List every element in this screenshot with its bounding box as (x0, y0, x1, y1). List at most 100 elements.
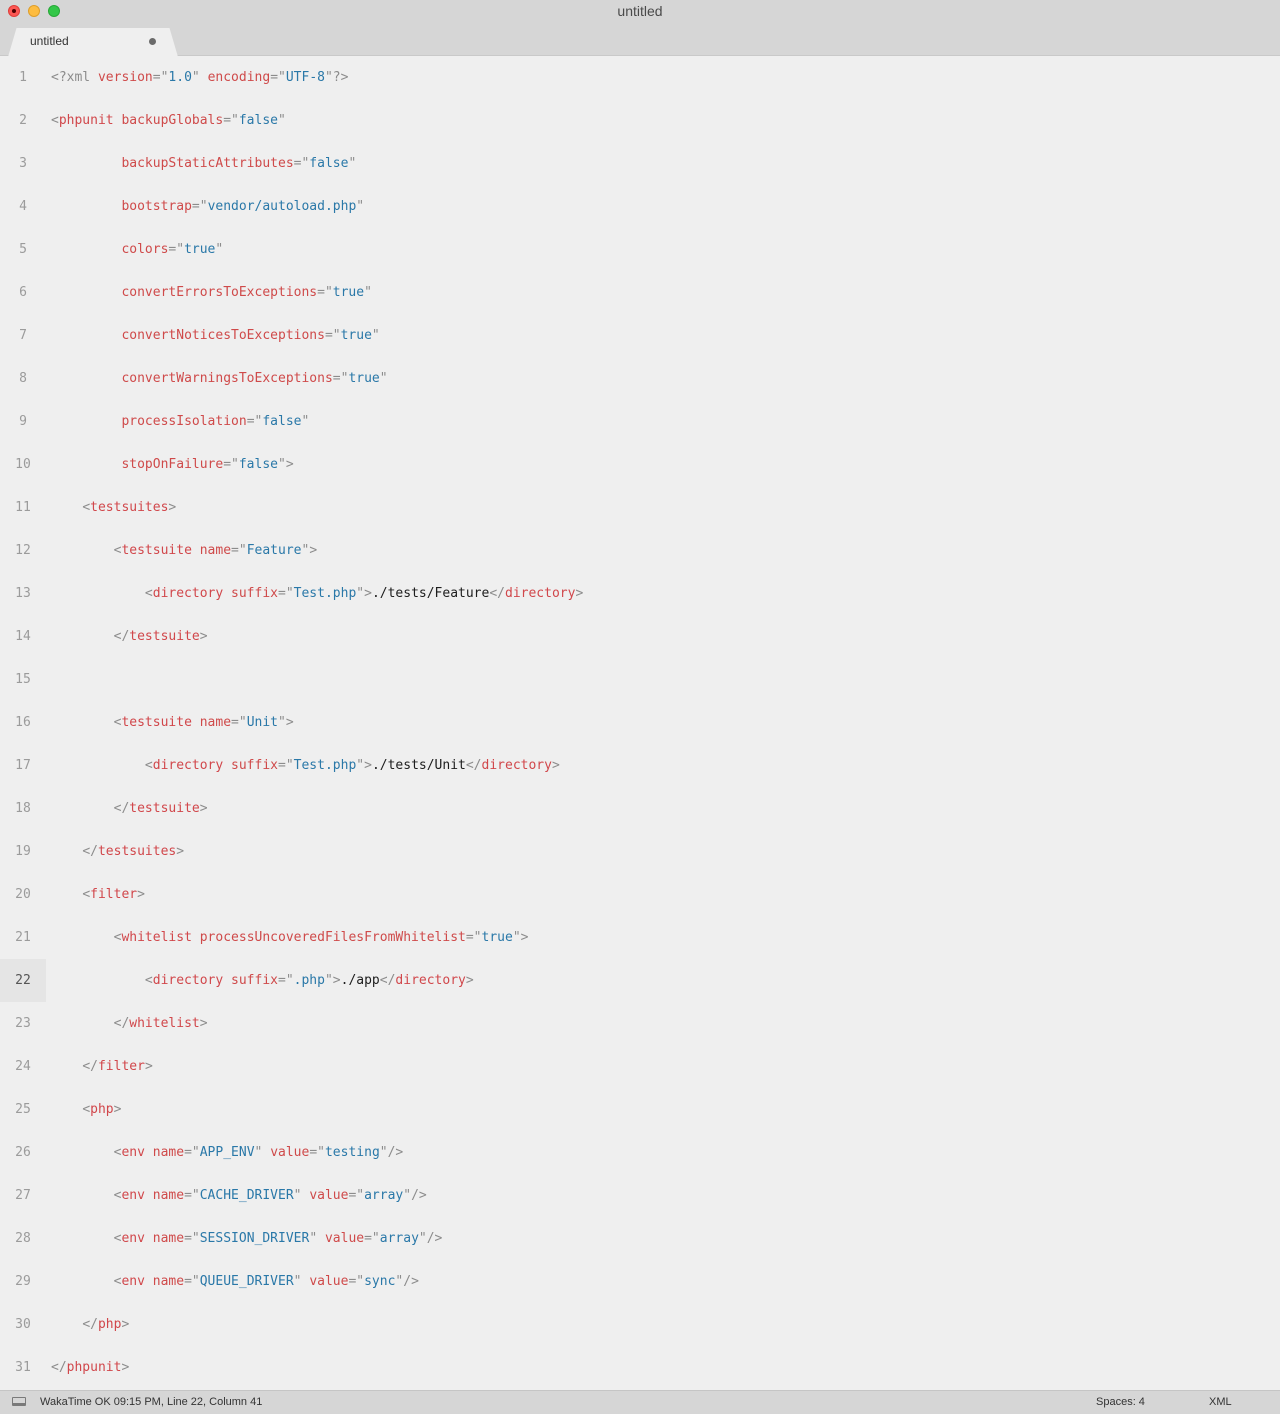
code-token: name (199, 715, 232, 730)
code-line[interactable]: 11 <testsuites> (0, 486, 1280, 529)
line-number: 3 (19, 156, 27, 171)
line-number: 21 (15, 930, 31, 945)
code-token: =" (152, 70, 169, 85)
code-line[interactable]: 22 <directory suffix=".php">./app</direc… (0, 959, 1280, 1002)
line-number: 7 (19, 328, 27, 343)
code-token: false (262, 414, 302, 429)
line-number: 19 (15, 844, 31, 859)
line-number: 25 (15, 1102, 31, 1117)
code-line[interactable]: 30 </php> (0, 1303, 1280, 1346)
code-line[interactable]: 9 processIsolation="false" (0, 400, 1280, 443)
code-token: " (379, 371, 388, 386)
code-line[interactable]: 20 <filter> (0, 873, 1280, 916)
line-text: <testsuites> (51, 486, 176, 529)
status-info: WakaTime OK 09:15 PM, Line 22, Column 41 (40, 1396, 263, 1408)
code-line[interactable]: 15 (0, 658, 1280, 701)
code-token: </ (82, 1317, 98, 1332)
line-text: </testsuites> (51, 830, 184, 873)
editor-window: untitled untitled 1 <?xml version="1.0" e… (0, 0, 1280, 1414)
syntax-selector[interactable]: XML (1209, 1396, 1232, 1408)
code-token: env (121, 1188, 145, 1203)
code-line[interactable]: 2 <phpunit backupGlobals="false" (0, 99, 1280, 142)
code-line[interactable]: 18 </testsuite> (0, 787, 1280, 830)
code-line[interactable]: 26 <env name="APP_ENV" value="testing"/> (0, 1131, 1280, 1174)
code-line[interactable]: 23 </whitelist> (0, 1002, 1280, 1045)
code-token: CACHE_DRIVER (199, 1188, 294, 1203)
code-token: name (199, 543, 232, 558)
code-token: =" (246, 414, 263, 429)
code-line[interactable]: 28 <env name="SESSION_DRIVER" value="arr… (0, 1217, 1280, 1260)
code-line[interactable]: 1 <?xml version="1.0" encoding="UTF-8"?> (0, 56, 1280, 99)
code-line[interactable]: 12 <testsuite name="Feature"> (0, 529, 1280, 572)
code-editor[interactable]: 1 <?xml version="1.0" encoding="UTF-8"?> 2… (0, 56, 1280, 1390)
code-line[interactable]: 14 </testsuite> (0, 615, 1280, 658)
code-line[interactable]: 17 <directory suffix="Test.php">./tests/… (0, 744, 1280, 787)
code-token: testsuite (129, 629, 200, 644)
code-line[interactable]: 5 colors="true" (0, 228, 1280, 271)
tab-label: untitled (30, 34, 69, 48)
code-line[interactable]: 7 convertNoticesToExceptions="true" (0, 314, 1280, 357)
code-token: php (97, 1317, 122, 1332)
code-line[interactable]: 29 <env name="QUEUE_DRIVER" value="sync"… (0, 1260, 1280, 1303)
code-token: true (340, 328, 372, 343)
code-line[interactable]: 25 <php> (0, 1088, 1280, 1131)
code-line[interactable]: 21 <whitelist processUncoveredFilesFromW… (0, 916, 1280, 959)
code-token: =" (348, 1274, 365, 1289)
line-number: 27 (15, 1188, 31, 1203)
code-token: true (348, 371, 380, 386)
code-token: processIsolation (121, 414, 247, 429)
code-line[interactable]: 27 <env name="CACHE_DRIVER" value="array… (0, 1174, 1280, 1217)
line-number: 29 (15, 1274, 31, 1289)
line-text: <env name="CACHE_DRIVER" value="array"/> (51, 1174, 427, 1217)
code-token: convertErrorsToExceptions (121, 285, 318, 300)
code-token: array (379, 1231, 419, 1246)
code-token: =" (324, 328, 341, 343)
code-token: "> (356, 758, 372, 773)
code-token: > (199, 1016, 208, 1031)
code-line[interactable]: 16 <testsuite name="Unit"> (0, 701, 1280, 744)
code-line[interactable]: 8 convertWarningsToExceptions="true" (0, 357, 1280, 400)
code-line[interactable]: 31 </phpunit> (0, 1346, 1280, 1389)
unsaved-dot-icon[interactable] (149, 38, 156, 45)
code-line[interactable]: 6 convertErrorsToExceptions="true" (0, 271, 1280, 314)
line-text: processIsolation="false" (51, 400, 309, 443)
code-token: " (293, 1274, 310, 1289)
tab-untitled[interactable]: untitled (8, 28, 178, 57)
code-token: > (199, 801, 208, 816)
line-text: <php> (51, 1088, 121, 1131)
line-number: 8 (19, 371, 27, 386)
panel-toggle-icon[interactable] (12, 1397, 26, 1406)
code-token: version (97, 70, 153, 85)
code-token: " (293, 1188, 310, 1203)
code-token: backupStaticAttributes (121, 156, 294, 171)
code-token: Test.php (293, 586, 357, 601)
code-token: true (184, 242, 216, 257)
line-number: 15 (15, 672, 31, 687)
code-token: </ (489, 586, 505, 601)
code-token: "> (356, 586, 372, 601)
line-number: 13 (15, 586, 31, 601)
code-line[interactable]: 24 </filter> (0, 1045, 1280, 1088)
code-token: </ (82, 1059, 98, 1074)
line-number: 28 (15, 1231, 31, 1246)
code-line[interactable]: 10 stopOnFailure="false"> (0, 443, 1280, 486)
code-line[interactable]: 4 bootstrap="vendor/autoload.php" (0, 185, 1280, 228)
line-number: 10 (15, 457, 31, 472)
line-number: 17 (15, 758, 31, 773)
code-token: sync (364, 1274, 396, 1289)
indentation-selector[interactable]: Spaces: 4 (1096, 1396, 1145, 1408)
code-token: > (137, 887, 145, 902)
code-line[interactable]: 19 </testsuites> (0, 830, 1280, 873)
code-line[interactable]: 3 backupStaticAttributes="false" (0, 142, 1280, 185)
code-line[interactable]: 13 <directory suffix="Test.php">./tests/… (0, 572, 1280, 615)
